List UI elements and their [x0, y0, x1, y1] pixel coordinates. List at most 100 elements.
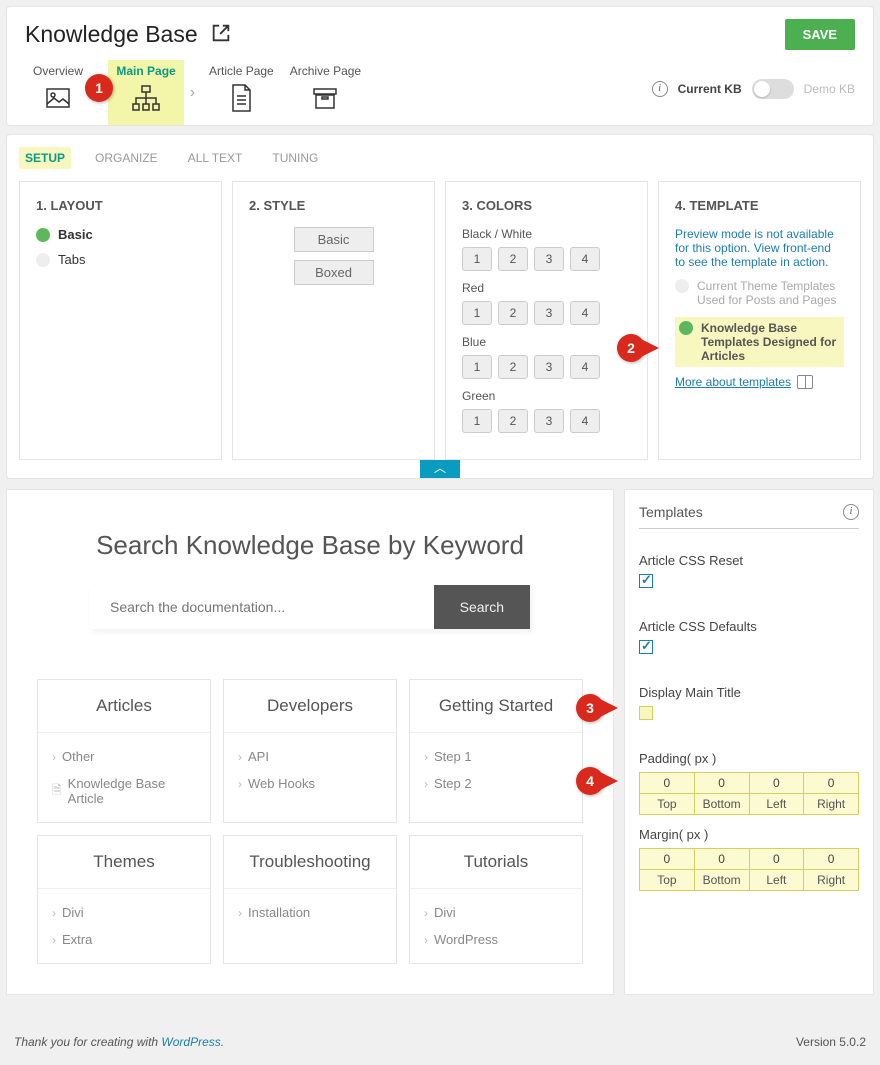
- page-title: Knowledge Base: [25, 21, 198, 48]
- search-input[interactable]: [90, 585, 434, 629]
- color-red-2[interactable]: 2: [498, 301, 528, 325]
- subtab-tuning[interactable]: TUNING: [266, 147, 324, 169]
- collapse-toggle[interactable]: ︿: [420, 460, 460, 478]
- color-green-3[interactable]: 3: [534, 409, 564, 433]
- css-defaults-checkbox[interactable]: [639, 640, 653, 654]
- color-bw-3[interactable]: 3: [534, 247, 564, 271]
- tab-article-page[interactable]: Article Page: [201, 60, 282, 125]
- color-bw-2[interactable]: 2: [498, 247, 528, 271]
- external-link-icon[interactable]: [210, 22, 232, 47]
- chevron-right-icon: ›: [238, 750, 242, 764]
- category-box: Articles ›Other🗎Knowledge Base Article: [37, 679, 211, 823]
- color-bw-4[interactable]: 4: [570, 247, 600, 271]
- chevron-right-icon: ›: [52, 906, 56, 920]
- category-item[interactable]: ›Installation: [238, 899, 382, 926]
- config-card: SETUP ORGANIZE ALL TEXT TUNING 1. LAYOUT…: [6, 134, 874, 479]
- category-box: Themes ›Divi›Extra: [37, 835, 211, 964]
- category-item[interactable]: ›Divi: [52, 899, 196, 926]
- padding-table[interactable]: 0000 TopBottomLeftRight: [639, 772, 859, 815]
- color-red-3[interactable]: 3: [534, 301, 564, 325]
- category-item[interactable]: ›API: [238, 743, 382, 770]
- template-opt-current-theme[interactable]: Current Theme Templates Used for Posts a…: [675, 279, 844, 307]
- chevron-right-icon: ›: [238, 777, 242, 791]
- chevron-right-icon: ›: [424, 906, 428, 920]
- tab-main-page[interactable]: Main Page: [108, 60, 183, 125]
- chevron-right-icon: ›: [52, 933, 56, 947]
- tab-archive-page[interactable]: Archive Page: [282, 60, 369, 125]
- info-icon[interactable]: i: [843, 504, 859, 520]
- main-tabs: Overview › Main Page › Article Page Arch…: [25, 60, 369, 125]
- wordpress-link[interactable]: WordPress: [161, 1035, 220, 1049]
- css-reset-checkbox[interactable]: [639, 574, 653, 588]
- style-boxed-button[interactable]: Boxed: [294, 260, 374, 285]
- color-blue-2[interactable]: 2: [498, 355, 528, 379]
- templates-sidebar: Templates i Article CSS Reset Article CS…: [624, 489, 874, 995]
- subtab-setup[interactable]: SETUP: [19, 147, 71, 169]
- category-title: Themes: [38, 836, 210, 889]
- style-basic-button[interactable]: Basic: [294, 227, 374, 252]
- margin-table[interactable]: 0000 TopBottomLeftRight: [639, 848, 859, 891]
- footer: Thank you for creating with WordPress. V…: [6, 995, 874, 1059]
- sidebar-title: Templates: [639, 504, 703, 520]
- category-box: Troubleshooting ›Installation: [223, 835, 397, 964]
- color-bw-1[interactable]: 1: [462, 247, 492, 271]
- template-opt-kb-templates[interactable]: Knowledge Base Templates Designed for Ar…: [675, 317, 844, 367]
- callout-3: 3: [576, 694, 604, 722]
- category-box: Getting Started ›Step 1›Step 2: [409, 679, 583, 823]
- document-icon: 🗎: [52, 781, 62, 802]
- header-area: Knowledge Base SAVE Overview › Main Page…: [6, 6, 874, 126]
- preview-pane: Search Knowledge Base by Keyword Search …: [6, 489, 614, 995]
- subtab-alltext[interactable]: ALL TEXT: [182, 147, 249, 169]
- search-button[interactable]: Search: [434, 585, 530, 629]
- category-item[interactable]: ›WordPress: [424, 926, 568, 953]
- search-heading: Search Knowledge Base by Keyword: [37, 530, 583, 561]
- tab-overview[interactable]: Overview: [25, 60, 91, 125]
- color-green-2[interactable]: 2: [498, 409, 528, 433]
- category-title: Troubleshooting: [224, 836, 396, 889]
- archive-icon: [309, 82, 341, 114]
- sitemap-icon: [130, 82, 162, 114]
- category-title: Articles: [38, 680, 210, 733]
- color-green-1[interactable]: 1: [462, 409, 492, 433]
- chevron-right-icon: ›: [424, 750, 428, 764]
- callout-2: 2: [617, 334, 645, 362]
- book-icon: [797, 375, 813, 389]
- chevron-right-icon: ›: [238, 906, 242, 920]
- current-kb-label: Current KB: [678, 82, 742, 96]
- category-item[interactable]: ›Step 1: [424, 743, 568, 770]
- demo-kb-label: Demo KB: [804, 82, 855, 96]
- version-label: Version 5.0.2: [796, 1035, 866, 1049]
- panel-layout: 1. LAYOUT Basic Tabs: [19, 181, 222, 460]
- more-about-templates-link[interactable]: More about templates: [675, 375, 791, 389]
- category-item[interactable]: 🗎Knowledge Base Article: [52, 770, 196, 812]
- chevron-right-icon: ›: [184, 84, 201, 102]
- color-blue-3[interactable]: 3: [534, 355, 564, 379]
- color-red-1[interactable]: 1: [462, 301, 492, 325]
- chevron-right-icon: ›: [52, 750, 56, 764]
- gallery-icon: [42, 82, 74, 114]
- category-item[interactable]: ›Other: [52, 743, 196, 770]
- color-blue-4[interactable]: 4: [570, 355, 600, 379]
- subtab-organize[interactable]: ORGANIZE: [89, 147, 164, 169]
- category-item[interactable]: ›Web Hooks: [238, 770, 382, 797]
- category-item[interactable]: ›Divi: [424, 899, 568, 926]
- category-title: Getting Started: [410, 680, 582, 733]
- layout-basic[interactable]: Basic: [36, 227, 205, 242]
- category-item[interactable]: ›Extra: [52, 926, 196, 953]
- callout-4: 4: [576, 767, 604, 795]
- color-blue-1[interactable]: 1: [462, 355, 492, 379]
- color-red-4[interactable]: 4: [570, 301, 600, 325]
- kb-toggle[interactable]: [752, 79, 794, 99]
- display-main-title-checkbox[interactable]: [639, 706, 653, 720]
- document-icon: [225, 82, 257, 114]
- save-button[interactable]: SAVE: [785, 19, 855, 50]
- category-box: Tutorials›Divi›WordPress: [409, 835, 583, 964]
- category-item[interactable]: ›Step 2: [424, 770, 568, 797]
- chevron-right-icon: ›: [424, 777, 428, 791]
- category-box: Developers›API›Web Hooks: [223, 679, 397, 823]
- panel-template: 4. TEMPLATE Preview mode is not availabl…: [658, 181, 861, 460]
- chevron-right-icon: ›: [424, 933, 428, 947]
- layout-tabs[interactable]: Tabs: [36, 252, 205, 267]
- color-green-4[interactable]: 4: [570, 409, 600, 433]
- info-icon[interactable]: i: [652, 81, 668, 97]
